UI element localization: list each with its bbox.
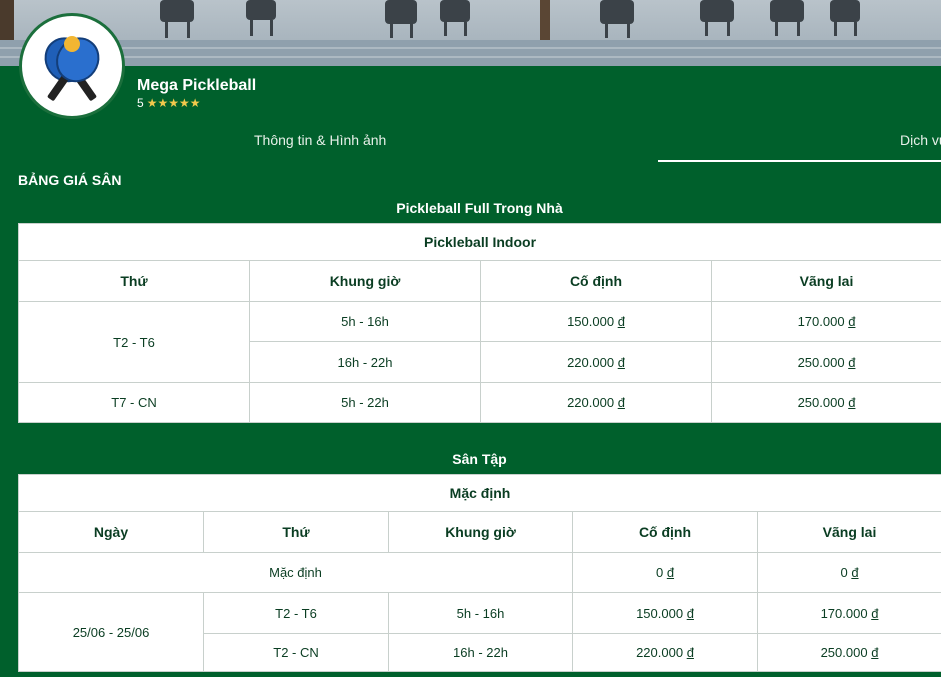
table-caption: Pickleball Indoor (17, 223, 941, 261)
day-cell: T2 - T6 (203, 592, 389, 634)
column-header: Vãng lai (756, 511, 941, 553)
venue-name: Mega Pickleball (137, 77, 257, 94)
table-row: 25/06 - 25/06 T2 - T6 5h - 16h 150.000 đ… (18, 592, 941, 672)
fixed-price-cell: 0 đ (572, 552, 758, 593)
venue-rating: 5 ★★★★★ (137, 96, 200, 110)
slot-cell: 5h - 22h (249, 382, 481, 423)
default-label-cell: Mặc định (18, 552, 573, 593)
tab-bar: Thông tin & Hình ảnh Dịch vụ (0, 124, 941, 162)
walkin-price-cell: 170.000 đ (756, 592, 941, 634)
fixed-price-cell: 220.000 đ (572, 633, 758, 672)
rating-value: 5 (137, 96, 144, 110)
venue-logo (19, 13, 125, 119)
walkin-price-cell: 0 đ (756, 552, 941, 593)
walkin-price-cell: 250.000 đ (756, 633, 941, 672)
table-row: Mặc định 0 đ 0 đ (18, 552, 941, 593)
rating-stars-icon: ★★★★★ (146, 96, 201, 110)
column-header: Vãng lai (710, 260, 941, 302)
fixed-price-cell: 220.000 đ (480, 341, 712, 383)
day-cell: T7 - CN (18, 382, 250, 423)
column-header: Khung giờ (249, 260, 481, 302)
slot-cell: 5h - 16h (249, 301, 481, 342)
group-title-practice: Sân Tập (452, 451, 507, 467)
fixed-price-cell: 220.000 đ (480, 382, 712, 423)
day-cell: T2 - CN (203, 633, 389, 672)
day-cell: T2 - T6 (18, 301, 250, 383)
slot-cell: 16h - 22h (249, 341, 481, 383)
tab-info-images[interactable]: Thông tin & Hình ảnh (254, 132, 386, 148)
walkin-price-cell: 250.000 đ (710, 382, 941, 423)
slot-cell: 16h - 22h (388, 633, 573, 672)
fixed-price-cell: 150.000 đ (480, 301, 712, 342)
column-header: Khung giờ (388, 511, 573, 553)
column-header: Thứ (18, 260, 250, 302)
walkin-price-cell: 170.000 đ (710, 301, 941, 342)
table-caption: Mặc định (17, 474, 941, 512)
cover-photo-drawing (0, 0, 941, 66)
group-title-indoor: Pickleball Full Trong Nhà (396, 200, 563, 216)
active-tab-indicator (658, 160, 941, 162)
price-table-practice: Mặc định Ngày Thứ Khung giờ Cố định Vãng… (17, 474, 941, 672)
column-header: Cố định (480, 260, 712, 302)
date-cell: 25/06 - 25/06 (18, 592, 204, 672)
column-header: Ngày (18, 511, 204, 553)
column-header: Thứ (203, 511, 389, 553)
column-header: Cố định (572, 511, 758, 553)
fixed-price-cell: 150.000 đ (572, 592, 758, 634)
slot-cell: 5h - 16h (388, 592, 573, 634)
tab-services[interactable]: Dịch vụ (900, 132, 941, 148)
table-row: T7 - CN 5h - 22h 220.000 đ 250.000 đ (18, 382, 941, 423)
price-section-title: BẢNG GIÁ SÂN (18, 172, 122, 188)
price-table-indoor: Pickleball Indoor Thứ Khung giờ Cố định … (17, 223, 941, 423)
walkin-price-cell: 250.000 đ (710, 341, 941, 383)
table-row: T2 - T6 5h - 16h 150.000 đ 170.000 đ (18, 301, 941, 383)
pickleball-paddles-icon (44, 36, 100, 101)
cover-photo (0, 0, 941, 66)
